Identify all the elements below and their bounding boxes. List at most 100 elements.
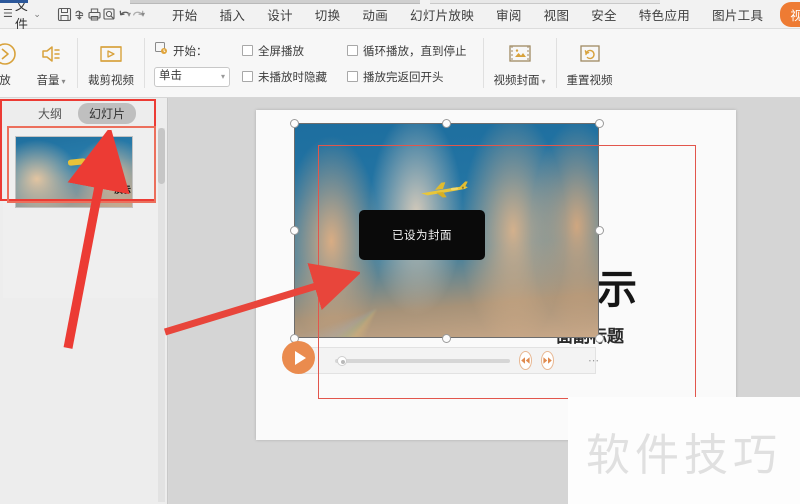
selection-handle-middle-left[interactable] xyxy=(290,226,299,235)
tab-picture-tools[interactable]: 图片工具 xyxy=(701,2,774,27)
start-mode-select[interactable]: 单击 ▾ xyxy=(154,66,230,87)
watermark-overlay: 软件技巧 xyxy=(568,397,800,504)
checkbox-hide-when-not-playing-label: 未播放时隐藏 xyxy=(258,71,327,84)
selection-handle-middle-right[interactable] xyxy=(595,226,604,235)
play-triangle-icon xyxy=(295,350,306,365)
video-cover-icon xyxy=(506,39,534,69)
tab-transitions[interactable]: 切换 xyxy=(304,2,352,27)
ribbon-divider xyxy=(482,38,484,88)
scrollbar-thumb[interactable] xyxy=(158,128,165,184)
document-tab-strip-secondary xyxy=(430,0,660,4)
forward-button[interactable] xyxy=(541,351,554,370)
video-progress-knob[interactable] xyxy=(337,355,347,366)
reset-video-label: 重置视频 xyxy=(566,75,613,87)
start-clock-icon xyxy=(154,41,168,60)
checkbox-fullscreen[interactable] xyxy=(242,45,253,56)
chevron-down-icon[interactable]: ▾ xyxy=(221,72,225,81)
ribbon-group-start: 开始： 单击 ▾ xyxy=(148,29,236,98)
rewind-button[interactable] xyxy=(519,351,532,370)
selection-handle-top-left[interactable] xyxy=(290,119,299,128)
video-cover-label: 视频封面 ▾ xyxy=(493,75,546,87)
top-menu-bar: ☰ 文件 ⌄ ▾ ▾ 开始 插入 设计 切换 动画 幻灯片放映 审阅 视图 安全… xyxy=(0,0,800,32)
chevron-down-icon[interactable]: ▾ xyxy=(61,77,65,86)
ribbon-group-options-2: 循环播放，直到停止 播放完返回开头 xyxy=(333,29,473,98)
chevron-down-icon[interactable]: ⌄ xyxy=(31,9,47,20)
slide-panel-scrollbar[interactable] xyxy=(158,128,165,502)
volume-button[interactable]: 音量 ▾ xyxy=(28,33,74,95)
tab-slides[interactable]: 幻灯片 xyxy=(78,102,137,124)
film-trim-icon xyxy=(97,39,125,69)
tab-view[interactable]: 视图 xyxy=(533,2,581,27)
checkbox-loop-until-stopped[interactable] xyxy=(347,45,358,56)
tab-slideshow[interactable]: 幻灯片放映 xyxy=(399,2,485,27)
document-tab-strip xyxy=(130,0,420,4)
speaker-icon xyxy=(38,39,64,69)
start-label: 开始： xyxy=(173,45,208,58)
tab-review[interactable]: 审阅 xyxy=(485,2,533,27)
checkbox-loop-label: 循环播放，直到停止 xyxy=(363,45,467,58)
tab-insert[interactable]: 插入 xyxy=(209,2,257,27)
cover-set-tooltip-text: 已设为封面 xyxy=(392,230,452,242)
tab-security[interactable]: 安全 xyxy=(580,2,628,27)
watermark-text: 软件技巧 xyxy=(586,430,782,480)
save-icon[interactable] xyxy=(57,3,72,25)
ribbon-group-trim: 裁剪视频 xyxy=(81,29,141,98)
trim-video-label: 裁剪视频 xyxy=(88,75,134,87)
video-object[interactable]: 已设为封面 xyxy=(294,123,599,338)
slide-navigator-panel: 大纲 幻灯片 演示 xyxy=(0,98,168,504)
tab-outline[interactable]: 大纲 xyxy=(32,103,68,124)
tab-video-tools[interactable]: 视频工具 xyxy=(780,1,800,27)
cover-set-tooltip: 已设为封面 xyxy=(359,210,485,260)
tab-design[interactable]: 设计 xyxy=(256,2,304,27)
checkbox-rewind-label: 播放完返回开头 xyxy=(363,71,444,84)
tab-home[interactable]: 开始 xyxy=(161,2,209,27)
trim-video-button[interactable]: 裁剪视频 xyxy=(81,33,141,95)
video-playback-bar: ⋯ xyxy=(300,347,599,374)
slide-panel-tabs: 大纲 幻灯片 xyxy=(0,101,168,125)
print-preview-icon[interactable] xyxy=(102,3,117,25)
reset-video-icon xyxy=(577,39,603,69)
print-icon[interactable] xyxy=(87,3,102,25)
video-cover-button[interactable]: 视频封面 ▾ xyxy=(487,33,553,95)
checkbox-rewind-after-playing[interactable] xyxy=(347,71,358,82)
checkbox-loop-row[interactable]: 循环播放，直到停止 xyxy=(347,41,467,61)
ribbon-group-cover: 视频封面 ▾ xyxy=(487,29,553,98)
checkbox-rewind-row[interactable]: 播放完返回开头 xyxy=(347,67,467,87)
tab-featured-apps[interactable]: 特色应用 xyxy=(628,2,701,27)
ribbon-toolbar: 放 音量 ▾ 裁剪视频 开始： 单击 ▾ 全屏播放 未播放时隐藏 循环播放，直到… xyxy=(0,29,800,98)
ribbon-group-playback: 放 音量 ▾ xyxy=(0,29,74,98)
checkbox-fullscreen-label: 全屏播放 xyxy=(258,45,304,58)
selection-handle-top-right[interactable] xyxy=(595,119,604,128)
slide-thumbnail-1[interactable]: 演示 xyxy=(15,136,133,208)
rainbow-decoration xyxy=(295,249,471,337)
chevron-down-icon[interactable]: ▾ xyxy=(542,77,546,86)
checkbox-hide-when-not-playing-row[interactable]: 未播放时隐藏 xyxy=(242,67,327,87)
play-button-label: 放 xyxy=(0,75,11,87)
selection-handle-bottom-center[interactable] xyxy=(442,334,451,343)
ribbon-divider xyxy=(144,38,145,88)
more-options-icon[interactable]: ⋯ xyxy=(588,354,599,367)
selection-handle-top-center[interactable] xyxy=(442,119,451,128)
slide-thumbnail-list: 演示 xyxy=(3,128,163,298)
start-mode-value: 单击 xyxy=(159,69,182,82)
volume-button-label: 音量 ▾ xyxy=(36,75,66,87)
ribbon-tab-bar: 开始 插入 设计 切换 动画 幻灯片放映 审阅 视图 安全 特色应用 图片工具 … xyxy=(161,1,800,27)
cloud-save-icon[interactable] xyxy=(72,3,87,25)
wps-presentation-window: ☰ 文件 ⌄ ▾ ▾ 开始 插入 设计 切换 动画 幻灯片放映 审阅 视图 安全… xyxy=(0,0,800,504)
video-progress-track-wrap[interactable] xyxy=(335,355,510,366)
hamburger-menu-icon[interactable]: ☰ xyxy=(3,8,13,20)
video-play-button[interactable] xyxy=(282,341,315,374)
selection-handle-bottom-right[interactable] xyxy=(595,334,604,343)
video-progress-track[interactable] xyxy=(335,358,510,363)
start-combo-row: 单击 ▾ xyxy=(154,66,230,87)
play-button[interactable]: 放 xyxy=(0,33,28,95)
tab-animations[interactable]: 动画 xyxy=(351,2,399,27)
thumbnail-background xyxy=(16,137,132,207)
checkbox-fullscreen-row[interactable]: 全屏播放 xyxy=(242,41,327,61)
customize-caret-icon[interactable]: ▾ xyxy=(141,10,145,19)
ribbon-divider xyxy=(77,38,78,88)
checkbox-hide-when-not-playing[interactable] xyxy=(242,71,253,82)
ribbon-divider xyxy=(555,38,557,88)
slide-editing-canvas[interactable]: 演示 面副标题 已设为封面 xyxy=(256,110,736,440)
reset-video-button[interactable]: 重置视频 xyxy=(560,33,620,95)
